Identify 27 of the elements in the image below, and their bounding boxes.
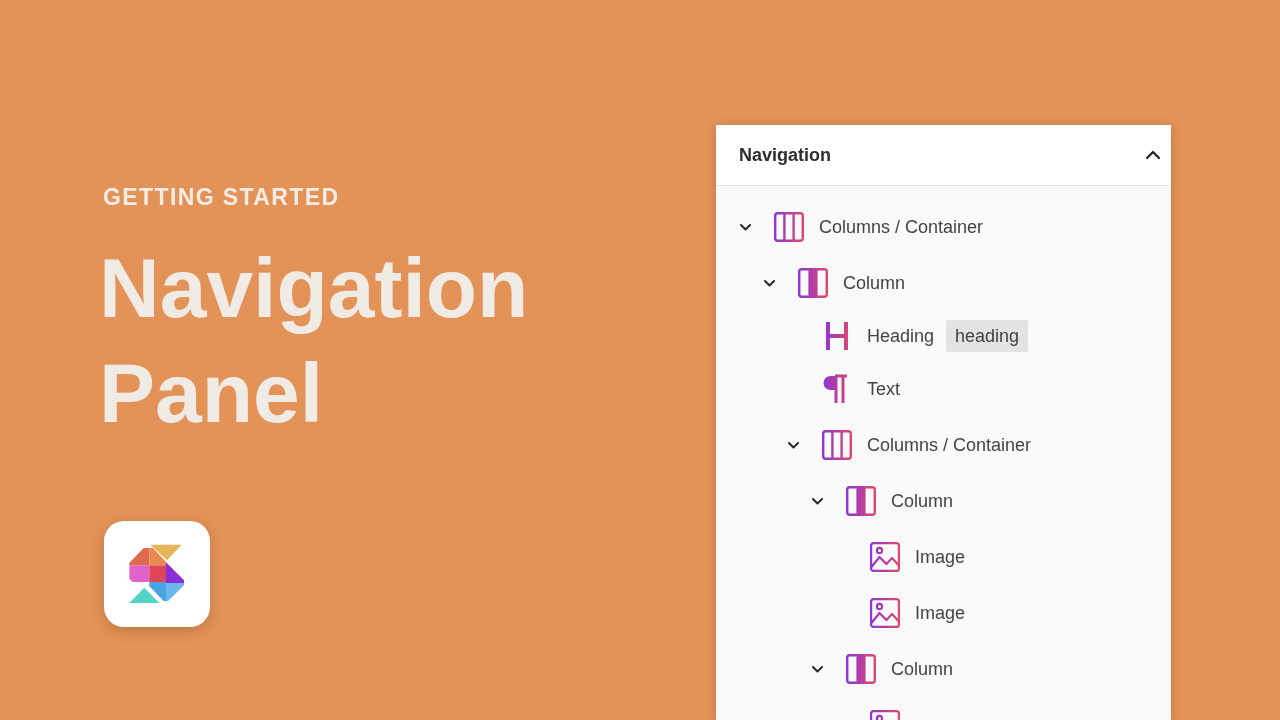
element-type-tag: heading: [946, 320, 1029, 352]
tree-item-label[interactable]: Column: [891, 489, 954, 513]
tree-item-label[interactable]: Column: [843, 271, 906, 295]
image-icon: [870, 598, 900, 628]
chevron-icon[interactable]: [763, 279, 775, 287]
chevron-icon[interactable]: [739, 223, 751, 231]
logo-icon: [129, 544, 185, 604]
tree-item-label[interactable]: Heading: [867, 324, 935, 348]
tree-item-label[interactable]: Text: [867, 377, 900, 401]
image-icon: [870, 542, 900, 572]
column-icon: [846, 654, 876, 684]
three-columns-icon: [822, 430, 852, 460]
chevron-icon[interactable]: [811, 497, 823, 505]
column-icon: [846, 486, 876, 516]
eyebrow-text: GETTING STARTED: [103, 183, 340, 211]
chevron-icon[interactable]: [1145, 150, 1161, 160]
tree-item-label[interactable]: Columns / Container: [819, 215, 984, 239]
chevron-icon[interactable]: [811, 665, 823, 673]
column-icon: [798, 268, 828, 298]
tree-item-label[interactable]: Image: [915, 545, 966, 569]
page-title: Navigation Panel: [99, 240, 530, 442]
tree-item-label[interactable]: Image: [915, 601, 966, 625]
three-columns-icon: [774, 212, 804, 242]
chevron-icon[interactable]: [787, 441, 799, 449]
tree-item-label[interactable]: Columns / Container: [867, 433, 1032, 457]
panel-title: Navigation: [739, 144, 831, 166]
tree-item-label[interactable]: Column: [891, 657, 954, 681]
